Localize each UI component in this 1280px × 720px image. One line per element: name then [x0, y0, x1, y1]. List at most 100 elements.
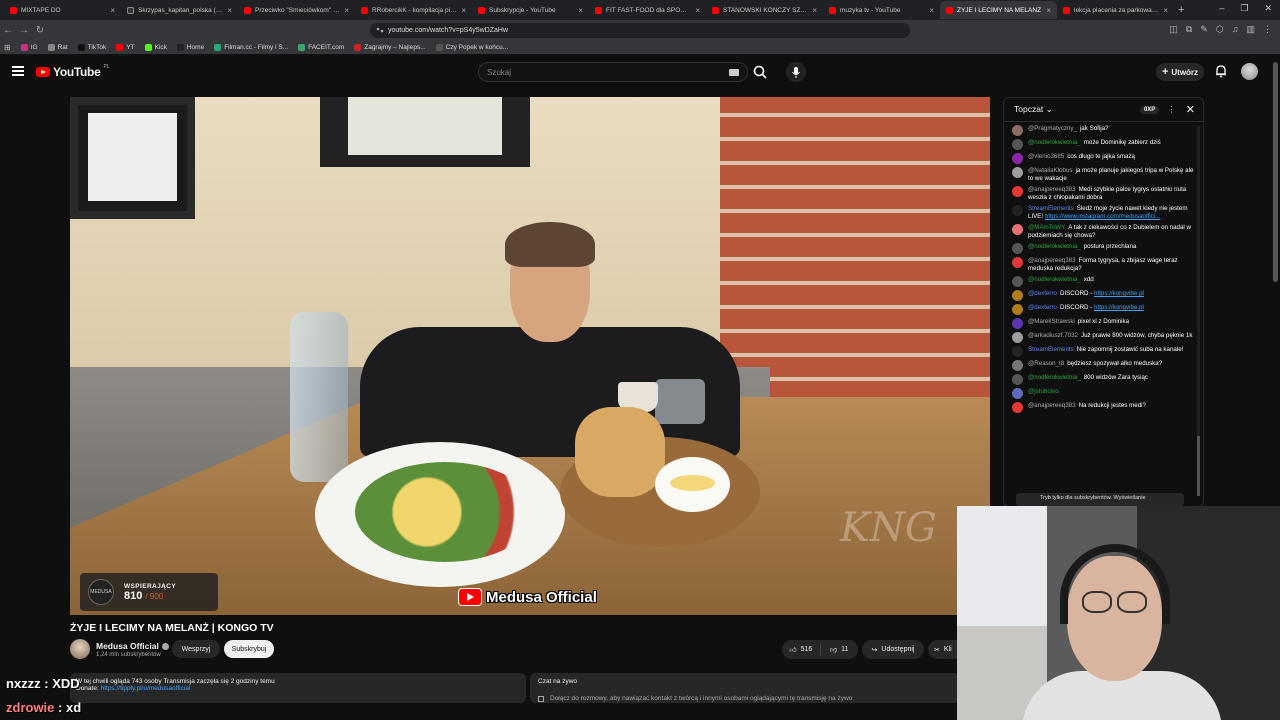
reload-icon[interactable]: ↻: [32, 25, 48, 36]
bookmark-item[interactable]: Filman.cc - Filmy i S...: [214, 43, 288, 51]
chat-message[interactable]: @nodlerokwietnia_ 800 widzów Zara tysiąc: [1012, 374, 1197, 385]
chat-message[interactable]: StreamElements Nie zapomnij zostawić suba…: [1012, 346, 1197, 357]
browser-tab[interactable]: Przeciwko "Śmieciówkom" - YouT×: [238, 1, 355, 19]
chat-avatar[interactable]: [1012, 243, 1023, 254]
chat-author[interactable]: @nodlerokwietnia_: [1028, 139, 1081, 146]
browser-tab[interactable]: RRobercikK - kompilacja pianek - ×: [355, 1, 472, 19]
browser-tab[interactable]: MIXTAPE DO ×: [4, 1, 121, 19]
chat-message[interactable]: @nodlerokwietnia_ może Dominikę zabierz d…: [1012, 139, 1197, 150]
browser-tab[interactable]: lekcja placenia za parkowanie - Yo×: [1057, 1, 1174, 19]
chat-avatar[interactable]: [1012, 257, 1023, 268]
keyboard-icon[interactable]: [729, 69, 739, 76]
chat-link[interactable]: https://www.instagram.com/medusaoffici..…: [1045, 213, 1160, 220]
create-button[interactable]: + Utwórz: [1156, 63, 1204, 81]
extension-icon[interactable]: ◫: [1169, 24, 1178, 35]
close-tab-icon[interactable]: ×: [1046, 6, 1051, 15]
chat-message[interactable]: @MAmToWY A tak z ciekawości co z Dubielem…: [1012, 224, 1197, 240]
chat-author[interactable]: @NataliaKlobus: [1028, 167, 1072, 174]
chat-author[interactable]: @vlenio3685: [1028, 153, 1064, 160]
chat-author[interactable]: StreamElements: [1028, 346, 1074, 353]
bookmark-item[interactable]: Rat: [47, 43, 68, 51]
chat-author[interactable]: @dexterro: [1028, 290, 1057, 297]
chat-message[interactable]: @MarekStrawski pixel xl z Dominika: [1012, 318, 1197, 329]
chat-avatar[interactable]: [1012, 167, 1023, 178]
chat-link[interactable]: https://kongvibe.pl: [1094, 304, 1144, 311]
browser-tab[interactable]: ŻYJE I LECIMY NA MELANŻ ×: [940, 1, 1057, 19]
browser-tab[interactable]: muzyka tv - YouTube ×: [823, 1, 940, 19]
close-tab-icon[interactable]: ×: [578, 6, 583, 15]
chat-author[interactable]: @MarekStrawski: [1028, 318, 1075, 325]
chat-avatar[interactable]: [1012, 388, 1023, 399]
more-options-icon[interactable]: ⋮: [1167, 104, 1176, 115]
browser-tab[interactable]: FIT FAST-FOOD dla SPORTOWCÓ×: [589, 1, 706, 19]
bookmark-item[interactable]: YT: [116, 43, 135, 51]
browser-tab[interactable]: STANOWSKI KOŃCZY SZEMRANĄ×: [706, 1, 823, 19]
chat-author[interactable]: @anajpereeq383: [1028, 257, 1076, 264]
chat-author[interactable]: @dexterro: [1028, 304, 1057, 311]
chat-author[interactable]: @nodlerokwietnia_: [1028, 276, 1081, 283]
music-icon[interactable]: ♫: [1232, 24, 1239, 35]
chat-avatar[interactable]: [1012, 374, 1023, 385]
channel-name[interactable]: Medusa Official: [96, 641, 169, 651]
apps-icon[interactable]: ⊞: [4, 43, 11, 52]
chat-author[interactable]: StreamElements: [1028, 205, 1074, 212]
chat-message[interactable]: @nodlerokwietnia_ postura przechlana: [1012, 243, 1197, 254]
new-tab-icon[interactable]: +: [1178, 4, 1184, 16]
chat-link[interactable]: https://kongvibe.pl: [1094, 290, 1144, 297]
address-bar[interactable]: youtube.com/watch?v=pS4y5wDZaHw: [370, 22, 910, 38]
browser-tab[interactable]: Skrzypas_kapitan_polska (@skrzyp×: [121, 1, 238, 19]
chat-message[interactable]: @nodlerokwietnia_ xdd: [1012, 276, 1197, 287]
chat-avatar[interactable]: [1012, 318, 1023, 329]
hamburger-menu-icon[interactable]: [12, 66, 24, 76]
chat-avatar[interactable]: [1012, 346, 1023, 357]
xp-badge[interactable]: 0XP: [1139, 105, 1160, 114]
chat-message[interactable]: @dexterro DISCORD - https://kongvibe.pl: [1012, 290, 1197, 301]
chat-avatar[interactable]: [1012, 205, 1023, 216]
chat-message[interactable]: @anajpereeq383 Forma tygrysa, a zbijasz w…: [1012, 257, 1197, 273]
close-tab-icon[interactable]: ×: [929, 6, 934, 15]
chat-message[interactable]: @NataliaKlobus ja może planuje jakiegoś t…: [1012, 167, 1197, 183]
chat-message[interactable]: @anajpereeq383 Medi szybkie palce tygrys …: [1012, 186, 1197, 202]
chat-author[interactable]: @Pragmatyczny_: [1028, 125, 1077, 132]
close-tab-icon[interactable]: ×: [812, 6, 817, 15]
bookmark-item[interactable]: Home: [176, 43, 204, 51]
bookmark-item[interactable]: FACEIT.com: [298, 43, 344, 51]
close-tab-icon[interactable]: ×: [695, 6, 700, 15]
chat-author[interactable]: @Reason_t8: [1028, 360, 1064, 367]
support-button[interactable]: Wesprzyj: [172, 640, 220, 658]
close-chat-icon[interactable]: ✕: [1186, 103, 1195, 116]
back-icon[interactable]: ←: [0, 25, 16, 36]
minimize-icon[interactable]: –: [1219, 3, 1224, 14]
youtube-logo[interactable]: YouTube PL: [36, 64, 110, 79]
chat-message[interactable]: @Pragmatyczny_ jak Sofija?: [1012, 125, 1197, 136]
chat-mode-dropdown[interactable]: Topczat ⌄: [1014, 104, 1140, 115]
chat-avatar[interactable]: [1012, 224, 1023, 235]
chat-avatar[interactable]: [1012, 186, 1023, 197]
account-avatar[interactable]: [1241, 63, 1258, 80]
chat-message[interactable]: StreamElements Śledź moje życie nawet kie…: [1012, 205, 1197, 221]
chat-author[interactable]: @nodlerokwietnia_: [1028, 374, 1081, 381]
chat-checkbox[interactable]: [538, 695, 544, 702]
close-tab-icon[interactable]: ×: [110, 6, 115, 15]
chat-message[interactable]: @jstubcioo: [1012, 388, 1197, 399]
chat-author[interactable]: @anajpereeq383: [1028, 186, 1076, 193]
close-tab-icon[interactable]: ×: [461, 6, 466, 15]
chat-author[interactable]: @arkadiuszf.7032: [1028, 332, 1078, 339]
chat-avatar[interactable]: [1012, 125, 1023, 136]
chat-avatar[interactable]: [1012, 304, 1023, 315]
chat-scrollbar[interactable]: [1197, 126, 1200, 496]
description-box[interactable]: W tej chwili ogląda 743 osoby Transmisja…: [70, 673, 526, 703]
chat-avatar[interactable]: [1012, 402, 1023, 413]
bookmark-item[interactable]: Czy Popek w końcu...: [435, 43, 508, 51]
extension-icon[interactable]: ✎: [1200, 24, 1208, 35]
site-info-icon[interactable]: [376, 26, 384, 34]
donate-link[interactable]: https://tipply.pl/u/medusaofficial: [101, 685, 191, 692]
menu-icon[interactable]: ⋮: [1263, 24, 1272, 35]
share-button[interactable]: ↪ Udostępnij: [862, 640, 924, 659]
chat-message[interactable]: @arkadiuszf.7032 Już prawie 800 widzów, c…: [1012, 332, 1197, 343]
like-button[interactable]: 👍︎ 516: [782, 643, 821, 656]
chat-avatar[interactable]: [1012, 276, 1023, 287]
dislike-button[interactable]: 👎︎ 11: [821, 645, 859, 654]
chat-avatar[interactable]: [1012, 153, 1023, 164]
chat-message[interactable]: @dexterro DISCORD - https://kongvibe.pl: [1012, 304, 1197, 315]
